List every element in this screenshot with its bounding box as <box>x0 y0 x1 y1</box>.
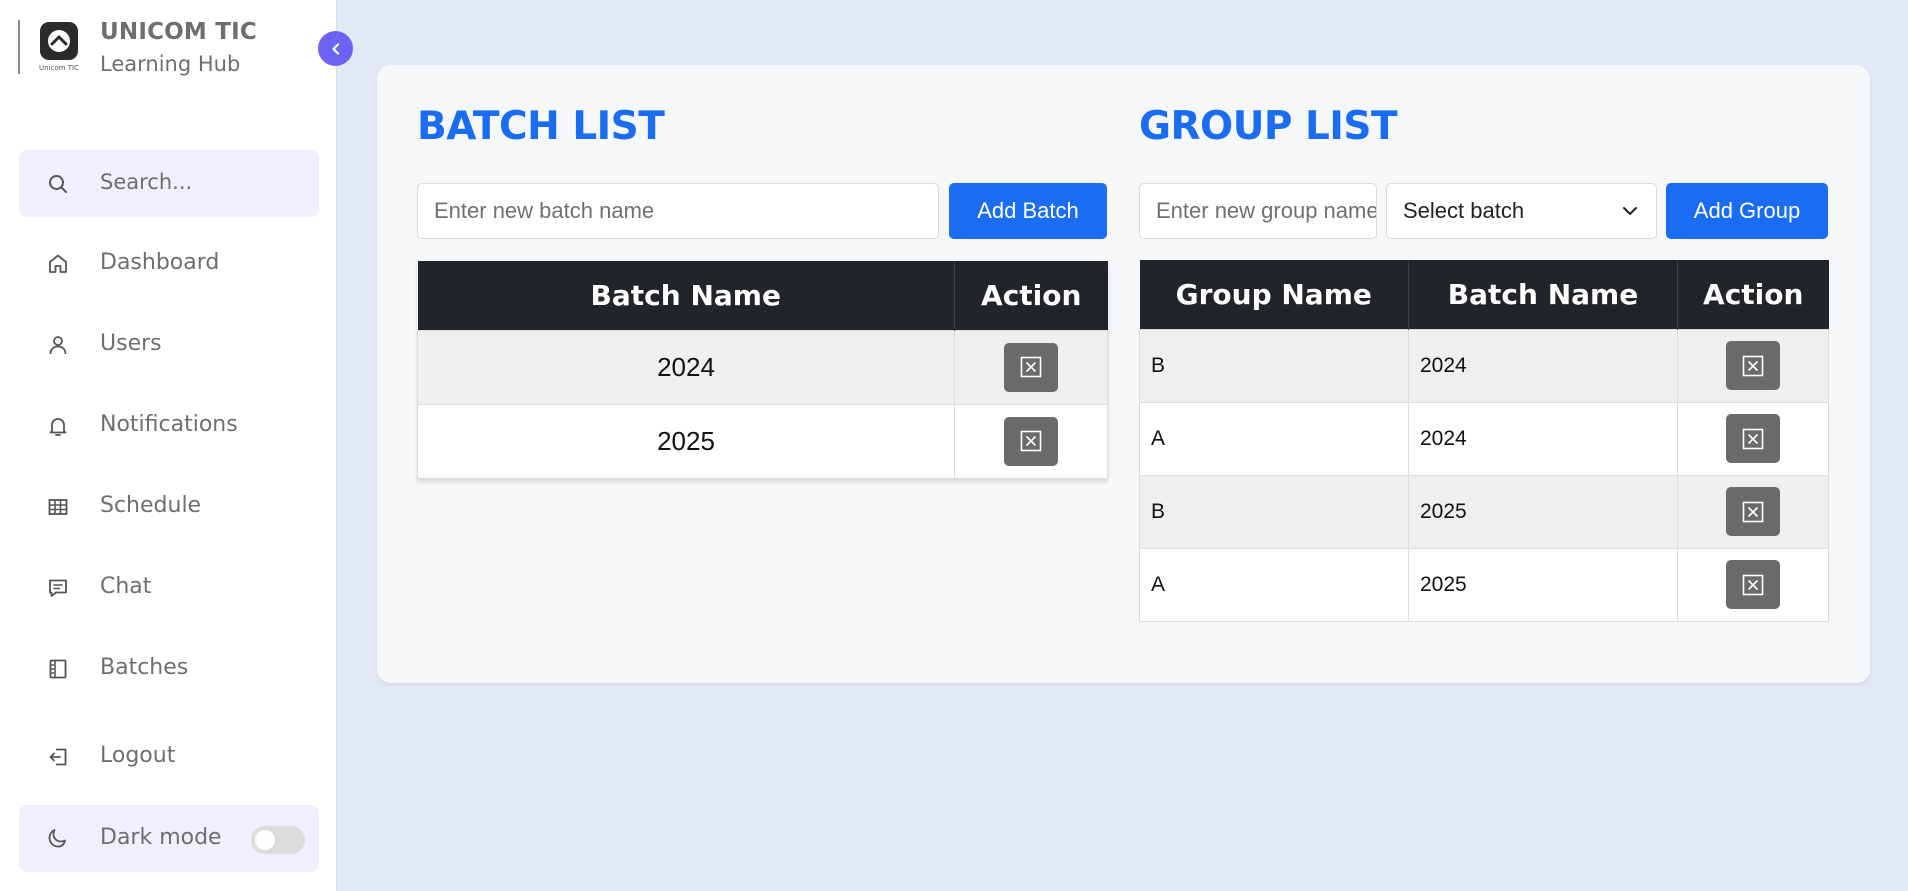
sidebar-item-label: Chat <box>100 574 152 599</box>
column-header: Action <box>1677 260 1829 329</box>
sidebar: Unicom TIC UNICOM TIC Learning Hub Searc… <box>0 0 336 891</box>
delete-button[interactable] <box>1726 487 1780 536</box>
batch-name-cell: 2025 <box>1408 474 1678 549</box>
delete-button[interactable] <box>1726 341 1780 390</box>
close-square-icon <box>1742 355 1764 376</box>
group-name-cell: B <box>1139 474 1409 549</box>
chevron-down-icon <box>1623 207 1637 215</box>
action-cell <box>1677 474 1829 549</box>
batches-icon <box>49 659 67 679</box>
action-cell <box>1677 547 1829 622</box>
brand: Unicom TIC UNICOM TIC Learning Hub <box>0 0 336 100</box>
batch-name-cell: 2024 <box>1408 328 1678 403</box>
table-row: A 2025 <box>1139 547 1829 622</box>
chat-icon <box>49 579 67 597</box>
batch-name-input[interactable] <box>434 198 938 224</box>
sidebar-item-label: Dashboard <box>100 250 220 275</box>
group-name-cell: B <box>1139 328 1409 403</box>
group-table: Group Name Batch Name Action B 2024 A 20… <box>1139 260 1829 622</box>
sidebar-item-label: Logout <box>100 743 176 768</box>
table-icon <box>48 499 68 515</box>
table-row: 2024 <box>417 329 1108 405</box>
bell-icon <box>49 418 67 436</box>
batch-table: Batch Name Action 2024 2025 <box>417 261 1108 479</box>
group-name-cell: A <box>1139 547 1409 622</box>
table-row: 2025 <box>417 403 1108 479</box>
delete-button[interactable] <box>1726 414 1780 463</box>
close-square-icon <box>1020 356 1042 378</box>
group-name-field[interactable] <box>1139 183 1377 239</box>
batch-name-cell: 2024 <box>1408 401 1678 476</box>
dark-mode-label: Dark mode <box>100 825 222 850</box>
action-cell <box>954 403 1108 479</box>
table-header-row: Batch Name Action <box>417 261 1108 330</box>
table-row: B 2025 <box>1139 474 1829 549</box>
search-box[interactable]: Search... <box>19 150 319 217</box>
delete-button[interactable] <box>1004 416 1058 466</box>
close-square-icon <box>1742 428 1764 449</box>
brand-logo: Unicom TIC <box>36 20 82 76</box>
sidebar-item-label: Notifications <box>100 412 238 437</box>
dark-mode-row: Dark mode <box>19 805 319 872</box>
delete-button[interactable] <box>1004 342 1058 392</box>
column-header: Batch Name <box>417 261 955 330</box>
batch-name-cell: 2024 <box>417 329 955 405</box>
column-header: Batch Name <box>1408 260 1678 329</box>
group-name-input[interactable] <box>1156 198 1376 224</box>
batch-name-cell: 2025 <box>1408 547 1678 622</box>
add-group-button[interactable]: Add Group <box>1666 183 1828 239</box>
sidebar-item-users[interactable]: Users <box>19 315 319 375</box>
main-card: BATCH LIST Add Batch Batch Name Action 2… <box>377 65 1870 683</box>
home-icon <box>49 254 67 273</box>
chevron-left-icon <box>331 42 339 55</box>
batch-select-value: Select batch <box>1403 198 1525 223</box>
table-header-row: Group Name Batch Name Action <box>1139 260 1829 329</box>
brand-subtitle: Learning Hub <box>100 52 241 76</box>
collapse-sidebar-button[interactable] <box>318 31 353 66</box>
search-icon <box>49 175 67 193</box>
sidebar-item-label: Schedule <box>100 493 202 518</box>
group-list-title: GROUP LIST <box>1139 104 1398 149</box>
dark-mode-toggle[interactable] <box>251 826 305 854</box>
close-square-icon <box>1020 430 1042 452</box>
brand-divider <box>18 20 20 74</box>
close-square-icon <box>1742 501 1764 522</box>
delete-button[interactable] <box>1726 560 1780 609</box>
table-row: B 2024 <box>1139 328 1829 403</box>
sidebar-item-notifications[interactable]: Notifications <box>19 396 319 456</box>
sidebar-item-label: Batches <box>100 655 189 680</box>
sidebar-item-schedule[interactable]: Schedule <box>19 477 319 537</box>
batch-list-title: BATCH LIST <box>417 104 665 149</box>
batch-name-cell: 2025 <box>417 403 955 479</box>
sidebar-item-logout[interactable]: Logout <box>19 727 319 787</box>
brand-title: UNICOM TIC <box>100 19 257 45</box>
batch-name-field[interactable] <box>417 183 939 239</box>
action-cell <box>1677 401 1829 476</box>
column-header: Group Name <box>1139 260 1409 329</box>
add-batch-button[interactable]: Add Batch <box>949 183 1107 239</box>
group-name-cell: A <box>1139 401 1409 476</box>
logout-icon <box>49 748 67 766</box>
search-input[interactable]: Search... <box>100 170 192 194</box>
sidebar-item-dashboard[interactable]: Dashboard <box>19 234 319 294</box>
table-row: A 2024 <box>1139 401 1829 476</box>
close-square-icon <box>1742 574 1764 595</box>
sidebar-item-batches[interactable]: Batches <box>19 639 319 699</box>
sidebar-item-chat[interactable]: Chat <box>19 558 319 618</box>
batch-select[interactable]: Select batch <box>1386 183 1657 239</box>
action-cell <box>1677 328 1829 403</box>
user-icon <box>49 336 67 355</box>
action-cell <box>954 329 1108 405</box>
sidebar-item-label: Users <box>100 331 162 356</box>
moon-icon <box>48 829 66 848</box>
column-header: Action <box>954 261 1108 330</box>
